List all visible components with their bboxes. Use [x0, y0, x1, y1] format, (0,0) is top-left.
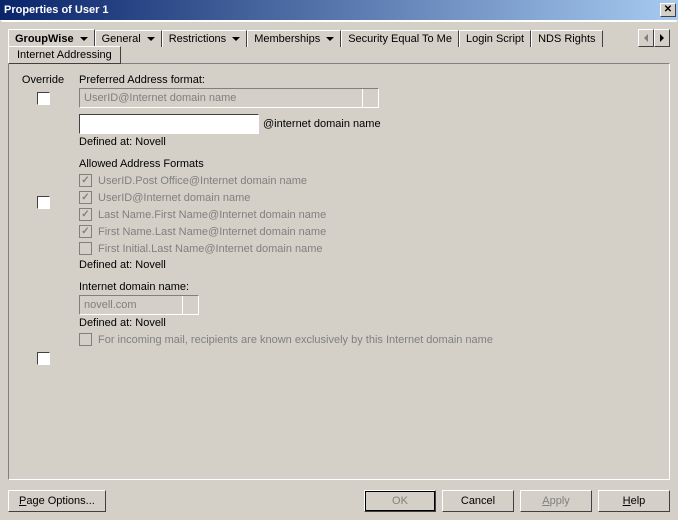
tab-bar: GroupWise General Restrictions Membershi… [8, 28, 670, 47]
title-bar: Properties of User 1 ✕ [0, 0, 678, 20]
preferred-defined: Defined at: Novell [79, 136, 659, 148]
tab-scroll-left[interactable] [638, 29, 654, 47]
chevron-left-icon [644, 34, 648, 42]
override-allowed-checkbox[interactable] [37, 196, 50, 209]
subtab-internet-addressing[interactable]: Internet Addressing [8, 46, 121, 64]
override-header: Override [19, 74, 67, 86]
domain-label: Internet domain name: [79, 281, 659, 293]
domain-dropdown[interactable]: novell.com [79, 295, 199, 315]
override-preferred-checkbox[interactable] [37, 92, 50, 105]
tab-nds-rights[interactable]: NDS Rights [531, 30, 602, 47]
allowed-defined: Defined at: Novell [79, 259, 659, 271]
page-options-button[interactable]: Page Options... [8, 490, 106, 512]
cancel-button[interactable]: Cancel [442, 490, 514, 512]
allowed-option: UserID@Internet domain name [79, 191, 659, 204]
tab-general[interactable]: General [95, 30, 162, 47]
domain-section: Internet domain name: novell.com Defined… [79, 281, 659, 346]
domain-defined: Defined at: Novell [79, 317, 659, 329]
tab-memberships[interactable]: Memberships [247, 30, 341, 47]
allowed-option: UserID.Post Office@Internet domain name [79, 174, 659, 187]
allowed-label: Allowed Address Formats [79, 158, 659, 170]
tab-security-equal[interactable]: Security Equal To Me [341, 30, 459, 47]
preferred-label: Preferred Address format: [79, 74, 659, 86]
ok-button[interactable]: OK [364, 490, 436, 512]
help-button[interactable]: Help [598, 490, 670, 512]
preferred-userid-input[interactable] [79, 114, 259, 134]
tab-restrictions[interactable]: Restrictions [162, 30, 247, 47]
preferred-section: Preferred Address format: UserID@Interne… [79, 74, 659, 148]
chevron-down-icon [326, 37, 334, 41]
apply-button[interactable]: Apply [520, 490, 592, 512]
allowed-section: Allowed Address Formats UserID.Post Offi… [79, 158, 659, 271]
preferred-dropdown[interactable]: UserID@Internet domain name [79, 88, 379, 108]
tab-scroll-right[interactable] [654, 29, 670, 47]
allowed-option: First Initial.Last Name@Internet domain … [79, 242, 659, 255]
chevron-down-icon [147, 37, 155, 41]
preferred-suffix: @internet domain name [263, 118, 381, 130]
checkbox-icon[interactable] [79, 174, 92, 187]
chevron-down-icon [80, 37, 88, 41]
checkbox-icon[interactable] [79, 191, 92, 204]
window-body: GroupWise General Restrictions Membershi… [0, 20, 678, 520]
checkbox-icon[interactable] [79, 208, 92, 221]
override-domain-checkbox[interactable] [37, 352, 50, 365]
properties-panel: Override Preferred Address format: UserI… [8, 63, 670, 480]
checkbox-icon[interactable] [79, 333, 92, 346]
chevron-right-icon [660, 34, 664, 42]
domain-incoming-row: For incoming mail, recipients are known … [79, 333, 659, 346]
checkbox-icon[interactable] [79, 225, 92, 238]
allowed-option: Last Name.First Name@Internet domain nam… [79, 208, 659, 221]
window-title: Properties of User 1 [4, 4, 660, 16]
checkbox-icon[interactable] [79, 242, 92, 255]
close-button[interactable]: ✕ [660, 3, 676, 17]
button-bar: Page Options... OK Cancel Apply Help [8, 490, 670, 512]
allowed-option: First Name.Last Name@Internet domain nam… [79, 225, 659, 238]
chevron-down-icon [232, 37, 240, 41]
tab-login-script[interactable]: Login Script [459, 30, 531, 47]
